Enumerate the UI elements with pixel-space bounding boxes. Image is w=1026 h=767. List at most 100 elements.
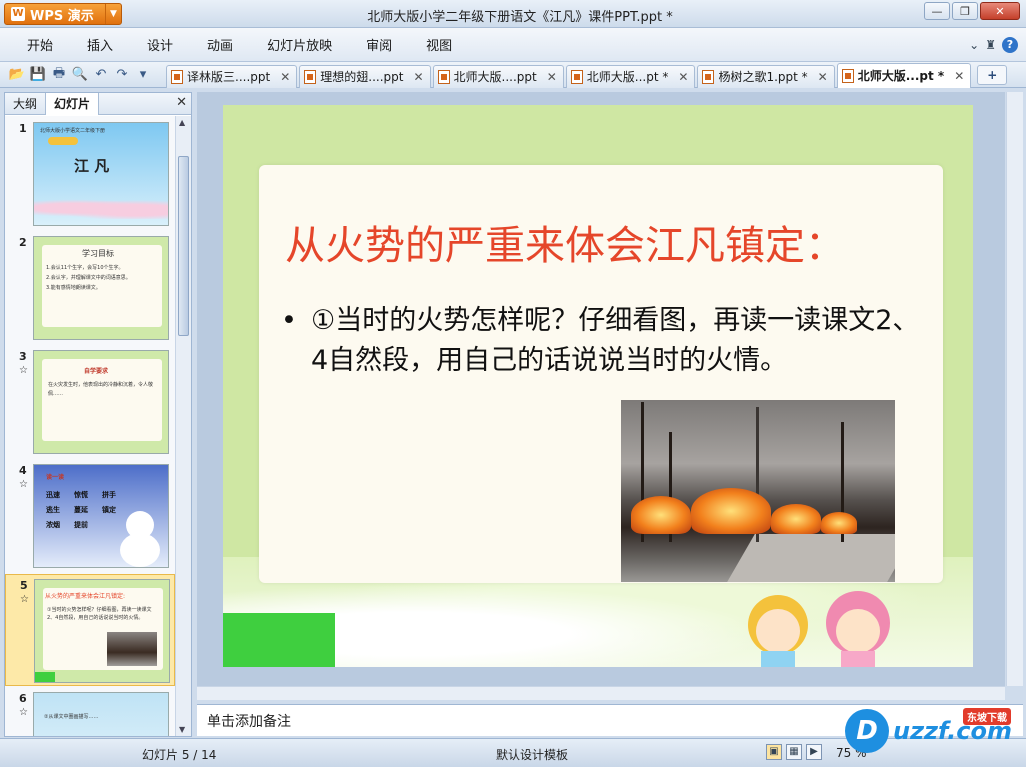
thumbnail-number: 2 xyxy=(19,236,27,249)
chevron-down-icon[interactable]: ▼ xyxy=(105,4,121,24)
editor-horizontal-scrollbar[interactable] xyxy=(197,686,1005,700)
wps-app-menu-button[interactable]: W WPS 演示 ▼ xyxy=(4,3,122,25)
scroll-down-icon[interactable]: ▼ xyxy=(179,725,185,734)
thumbnail-preview: 从火势的严重来体会江凡镇定: ①当时的火势怎样呢？仔细看图，再读一读课文2、4自… xyxy=(34,579,170,683)
new-tab-button[interactable]: + xyxy=(977,64,1008,85)
thumbnail-preview: 学习目标 1.会认11个生字，会写10个生字。 2.会认字，并理解课文中的词语意… xyxy=(33,236,169,340)
uzzf-logo-icon: D xyxy=(845,709,889,753)
thumbnail-slide-4[interactable]: 4 ☆ 读一读 迅速 惊慌 拼手 逃生 蔓延 镇定 浓烟 提前 xyxy=(5,460,175,572)
print-icon[interactable]: 🖶 xyxy=(50,66,68,84)
thumbnail-number: 4 xyxy=(19,464,27,477)
ppt-file-icon xyxy=(171,69,183,84)
menu-review[interactable]: 审阅 xyxy=(349,35,409,54)
green-shape[interactable] xyxy=(223,613,335,667)
doc-tab[interactable]: 理想的翅....ppt ✕ xyxy=(299,64,431,88)
thumbnail-number: 5 xyxy=(20,579,28,592)
skin-icon[interactable]: ♜ xyxy=(985,38,996,52)
tab-slides[interactable]: 幻灯片 xyxy=(45,92,100,115)
close-tab-icon[interactable]: ✕ xyxy=(413,70,423,84)
doc-tab[interactable]: 北师大版...pt * ✕ xyxy=(565,64,696,88)
airplane-icon xyxy=(48,137,78,145)
window-controls: — ❐ ✕ xyxy=(924,2,1020,20)
slideshow-icon[interactable]: ▶ xyxy=(806,744,822,760)
design-template-name: 默认设计模板 xyxy=(496,748,569,762)
restore-button[interactable]: ❐ xyxy=(952,2,978,20)
thumbnail-slide-1[interactable]: 1 北师大版小学语文二年级下册 江 凡 xyxy=(5,118,175,230)
thumbnail-slide-5-selected[interactable]: 5 ☆ 从火势的严重来体会江凡镇定: ①当时的火势怎样呢？仔细看图，再读一读课文2… xyxy=(5,574,175,686)
close-tab-icon[interactable]: ✕ xyxy=(954,69,964,83)
thumbnail-slide-6[interactable]: 6 ☆ ②从课文中圈画描写…… xyxy=(5,688,175,736)
collapse-ribbon-icon[interactable]: ⌄ xyxy=(969,38,979,52)
thumbnail-title: 读一读 xyxy=(46,474,65,481)
thumbnail-scrollbar[interactable]: ▲ ▼ xyxy=(175,116,191,736)
normal-view-icon[interactable]: ▣ xyxy=(766,744,782,760)
print-preview-icon[interactable]: 🔍 xyxy=(71,66,89,84)
close-tab-icon[interactable]: ✕ xyxy=(547,70,557,84)
close-tab-icon[interactable]: ✕ xyxy=(818,70,828,84)
menu-animation[interactable]: 动画 xyxy=(190,35,250,54)
tab-label: 译林版三....ppt xyxy=(187,70,271,84)
redo-icon[interactable]: ↷ xyxy=(113,66,131,84)
doc-tab[interactable]: 杨树之歌1.ppt * ✕ xyxy=(697,64,835,88)
close-tab-icon[interactable]: ✕ xyxy=(280,70,290,84)
bullet-text: ①当时的火势怎样呢？仔细看图，再读一读课文2、4自然段，用自己的话说说当时的火情… xyxy=(311,305,920,376)
thumbnail-title: 从火势的严重来体会江凡镇定: xyxy=(45,593,126,600)
menu-view[interactable]: 视图 xyxy=(409,35,469,54)
thumbnail-preview: 自学要求 在火灾发生时，他表现出的冷静和沉着，令人敬佩…… xyxy=(33,350,169,454)
tab-label: 杨树之歌1.ppt * xyxy=(718,70,808,84)
fire-photo[interactable] xyxy=(621,400,895,582)
slide-editor: 从火势的严重来体会江凡镇定： • ①当时的火势怎样呢？仔细看图，再读一读课文2、… xyxy=(197,92,1023,700)
thumbnail-slide-3[interactable]: 3 ☆ 自学要求 在火灾发生时，他表现出的冷静和沉着，令人敬佩…… xyxy=(5,346,175,458)
open-icon[interactable]: 📂 xyxy=(8,66,26,84)
tab-label: 北师大版....ppt xyxy=(453,70,537,84)
animation-star-icon: ☆ xyxy=(20,594,29,605)
undo-icon[interactable]: ↶ xyxy=(92,66,110,84)
save-icon[interactable]: 💾 xyxy=(29,66,47,84)
close-button[interactable]: ✕ xyxy=(980,2,1020,20)
ppt-file-icon xyxy=(437,69,450,84)
thumbnail-preview: ②从课文中圈画描写…… xyxy=(33,692,169,736)
ppt-file-icon xyxy=(570,69,583,84)
thumbnail-slide-2[interactable]: 2 学习目标 1.会认11个生字，会写10个生字。 2.会认字，并理解课文中的词… xyxy=(5,232,175,344)
slide-canvas[interactable]: 从火势的严重来体会江凡镇定： • ①当时的火势怎样呢？仔细看图，再读一读课文2、… xyxy=(223,105,973,667)
thumbnail-text: ①当时的火势怎样呢？仔细看图，再读一读课文2、4自然段，用自己的话说说当时的火情… xyxy=(47,607,152,621)
document-tabs: 译林版三....ppt ✕ 理想的翅....ppt ✕ 北师大版....ppt ✕ 北… xyxy=(166,62,973,88)
help-icon[interactable]: ? xyxy=(1002,36,1018,53)
slide-sorter-icon[interactable]: ▦ xyxy=(786,744,802,760)
ppt-file-icon xyxy=(841,68,854,83)
scrollbar-thumb[interactable] xyxy=(178,156,189,336)
menu-design[interactable]: 设计 xyxy=(130,35,190,54)
cartoon-kids-illustration xyxy=(748,591,890,667)
doc-tab[interactable]: 北师大版....ppt ✕ xyxy=(432,64,564,88)
thumbnail-preview: 读一读 迅速 惊慌 拼手 逃生 蔓延 镇定 浓烟 提前 xyxy=(33,464,169,568)
menu-home[interactable]: 开始 xyxy=(10,35,70,54)
editor-vertical-scrollbar[interactable] xyxy=(1006,92,1023,686)
bullet-text-box[interactable]: • ①当时的火势怎样呢？仔细看图，再读一读课文2、4自然段，用自己的话说说当时的… xyxy=(281,301,921,381)
doc-tab-active[interactable]: 北师大版...pt * ✕ xyxy=(836,62,972,88)
animation-star-icon: ☆ xyxy=(19,365,28,376)
watermark-badge: 东坡下载 xyxy=(963,708,1011,725)
close-tab-icon[interactable]: ✕ xyxy=(678,70,688,84)
ppt-file-icon xyxy=(304,69,317,84)
customize-icon[interactable]: ▾ xyxy=(134,66,152,84)
bullet-marker: • xyxy=(281,305,297,336)
flame xyxy=(771,504,821,534)
slide-title[interactable]: 从火势的严重来体会江凡镇定： xyxy=(285,213,845,271)
animation-star-icon: ☆ xyxy=(19,479,28,490)
thumbnail-number: 6 xyxy=(19,692,27,705)
thumbnail-preview: 北师大版小学语文二年级下册 江 凡 xyxy=(33,122,169,226)
wps-logo-icon: W xyxy=(11,7,25,21)
watermark-logo: D uzzf.com 东坡下载 xyxy=(845,702,1025,760)
doc-tab[interactable]: 译林版三....ppt ✕ xyxy=(166,64,298,88)
minimize-button[interactable]: — xyxy=(924,2,950,20)
slide-counter: 幻灯片 5 / 14 xyxy=(142,748,217,762)
notes-placeholder: 单击添加备注 xyxy=(207,714,291,730)
scroll-up-icon[interactable]: ▲ xyxy=(179,118,185,127)
close-panel-icon[interactable]: ✕ xyxy=(176,95,187,110)
thumbnail-text: 在火灾发生时，他表现出的冷静和沉着，令人敬佩…… xyxy=(48,382,154,397)
window-title: 北师大版小学二年级下册语文《江凡》课件PPT.ppt * xyxy=(367,10,673,25)
tab-outline[interactable]: 大纲 xyxy=(5,93,45,115)
thumbnail-title: 江 凡 xyxy=(74,157,110,175)
menu-insert[interactable]: 插入 xyxy=(70,35,130,54)
menu-slideshow[interactable]: 幻灯片放映 xyxy=(250,35,349,54)
